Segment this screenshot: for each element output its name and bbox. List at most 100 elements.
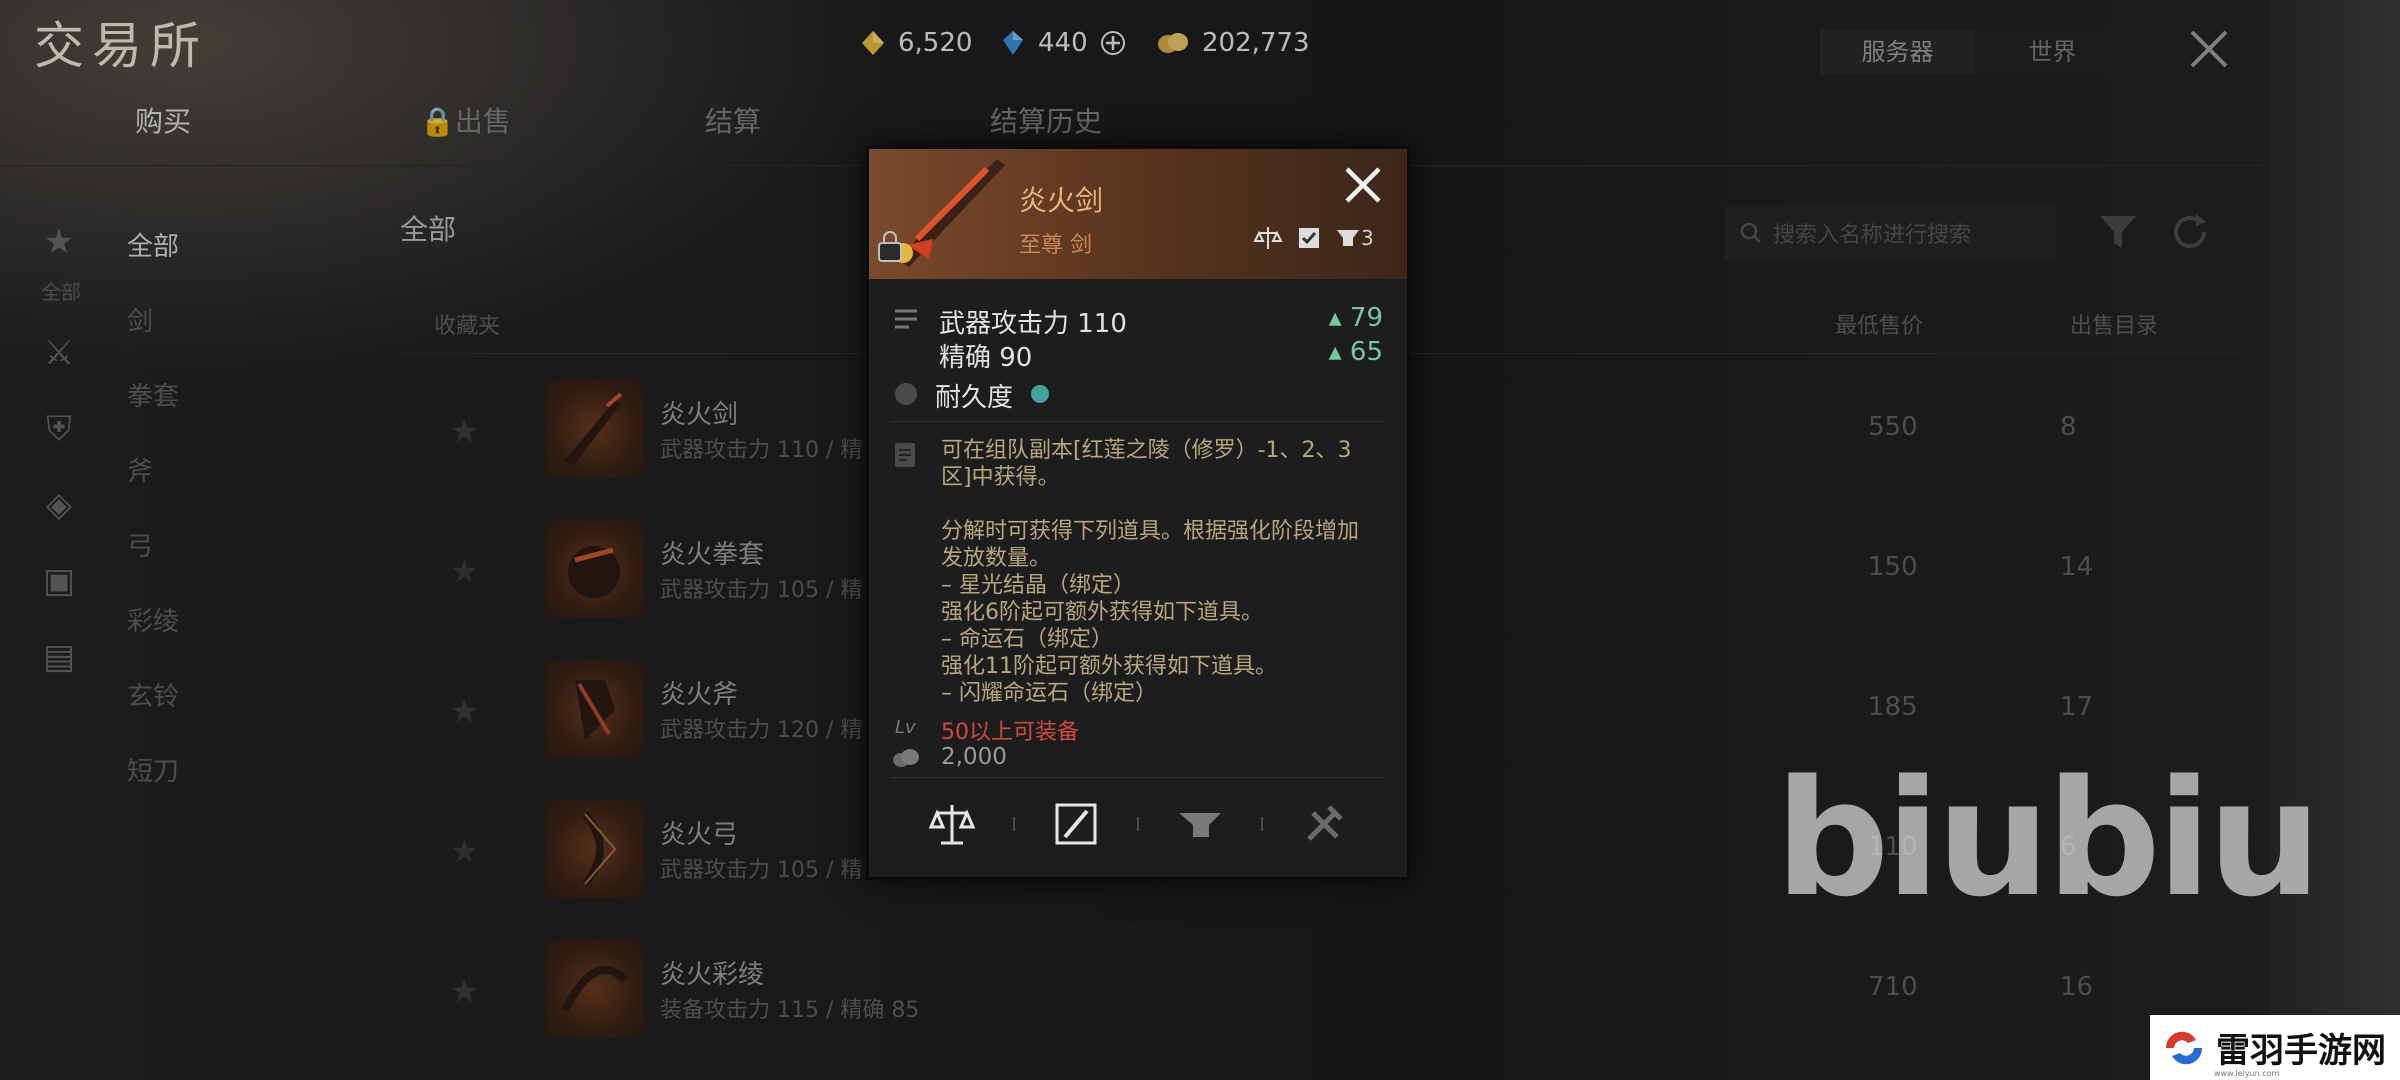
item-listings: 8: [2060, 412, 2077, 442]
sidebar-item-axe[interactable]: 斧: [127, 451, 179, 526]
table-row[interactable]: ★ 炎火彩绫 装备攻击力 115 / 精确 85 710 16: [400, 920, 2240, 1060]
watermark-leiyu-url: www.leiyun.com: [2214, 1069, 2280, 1078]
search-input[interactable]: 搜索入名称进行搜索: [1725, 205, 2055, 261]
stat-attack-up-value: 79: [1349, 303, 1383, 333]
item-price: 150: [1868, 552, 1918, 582]
box-icon[interactable]: ▤: [36, 637, 82, 683]
tab-settle[interactable]: 结算: [665, 100, 950, 140]
sidebar-item-ribbon[interactable]: 彩绫: [127, 601, 179, 676]
desc-line: [941, 491, 1381, 518]
durability-label: 耐久度: [935, 383, 1014, 413]
scale-icon: [1253, 227, 1283, 249]
item-stats: 武器攻击力 105 / 精: [660, 578, 863, 603]
star-icon[interactable]: ★: [450, 832, 479, 870]
stat-precision-up-value: 65: [1349, 337, 1383, 367]
tab-world[interactable]: 世界: [1975, 30, 2130, 74]
item-price: 710: [1868, 972, 1918, 1002]
sidebar-item-all[interactable]: 全部: [127, 226, 179, 301]
blue-crystal-icon: [1003, 31, 1023, 55]
item-stats: 装备攻击力 115 / 精确 85: [660, 998, 920, 1023]
star-icon[interactable]: ★: [450, 972, 479, 1010]
tab-server[interactable]: 服务器: [1820, 30, 1975, 74]
action-separator: [1137, 817, 1139, 831]
popup-divider: [891, 421, 1385, 422]
level-icon: Lv: [895, 717, 916, 738]
stats-list-icon: [895, 309, 917, 329]
anvil-icon: [1337, 230, 1359, 246]
col-favorites[interactable]: 收藏夹: [434, 308, 500, 340]
currency-coins-value: 202,773: [1202, 28, 1310, 58]
accessory-icon[interactable]: ◈: [36, 485, 82, 531]
sidebar-icons: ★ 全部 ⚔ ⛨ ◈ ▣ ▤: [36, 222, 86, 713]
tab-settle-history[interactable]: 结算历史: [950, 100, 1235, 140]
star-icon[interactable]: ★: [450, 412, 479, 450]
item-stats: 武器攻击力 110 / 精: [660, 438, 863, 463]
sidebar-icon-label: 全部: [41, 280, 81, 304]
popup-description: 可在组队副本[红莲之陵（修罗）-1、2、3 区]中获得。 分解时可获得下列道具。…: [941, 437, 1381, 707]
chest-icon[interactable]: ▣: [36, 561, 82, 607]
popup-anvil-count: 3: [1361, 226, 1374, 250]
star-icon[interactable]: ★: [450, 692, 479, 730]
item-thumbnail: [545, 520, 643, 618]
col-lowest-price[interactable]: 最低售价: [1835, 308, 1923, 340]
sidebar-item-sword[interactable]: 剑: [127, 301, 179, 376]
sidebar-item-dagger[interactable]: 短刀: [127, 751, 179, 826]
close-icon[interactable]: [2186, 26, 2232, 72]
lock-icon: 🔒: [420, 105, 455, 138]
action-separator: [1261, 817, 1263, 831]
sidebar-item-bow[interactable]: 弓: [127, 526, 179, 601]
scale-icon[interactable]: [927, 799, 977, 849]
item-price: 550: [1868, 412, 1918, 442]
item-listings: 17: [2060, 692, 2094, 722]
currency-crystal-value: 440: [1038, 28, 1088, 58]
tab-buy[interactable]: 购买: [95, 100, 380, 140]
stat-precision-up: ▴ 65: [1328, 337, 1383, 367]
durability-icon: [895, 383, 917, 405]
desc-line: – 星光结晶（绑定）: [941, 573, 1135, 598]
stat-precision: 精确 90: [939, 343, 1033, 373]
sidebar-item-bell[interactable]: 玄铃: [127, 676, 179, 751]
filter-icon[interactable]: [2096, 210, 2140, 254]
search-placeholder: 搜索入名称进行搜索: [1773, 223, 1972, 248]
desc-line: – 闪耀命运石（绑定）: [941, 681, 1157, 706]
item-name: 炎火斧: [660, 680, 739, 710]
popup-actions: [869, 799, 1407, 849]
anvil-icon[interactable]: [1175, 799, 1225, 849]
item-name: 炎火彩绫: [660, 960, 765, 990]
popup-header: 炎火剑 至尊 剑 3: [869, 149, 1407, 279]
item-name: 炎火剑: [660, 400, 739, 430]
tab-sell[interactable]: 🔒出售: [380, 100, 665, 140]
sidebar-item-gauntlet[interactable]: 拳套: [127, 376, 179, 451]
nav-tabs: 购买 🔒出售 结算 结算历史: [95, 100, 1235, 140]
star-icon[interactable]: ★: [450, 552, 479, 590]
watermark-biubiu: biubiu: [1775, 745, 2322, 932]
item-price: 185: [1868, 692, 1918, 722]
popup-divider: [891, 777, 1385, 778]
armor-icon[interactable]: ⛨: [36, 409, 82, 455]
watermark-leiyu-text: 雷羽手游网: [2216, 1031, 2386, 1071]
coin-pile-icon: [893, 749, 919, 767]
item-thumbnail: [545, 800, 643, 898]
level-requirement: 50以上可装备: [941, 720, 1079, 745]
checkbox-icon: [1299, 228, 1319, 248]
desc-line: 区]中获得。: [941, 465, 1060, 490]
stat-attack-up: ▴ 79: [1328, 303, 1383, 333]
sword-icon[interactable]: ⚔: [36, 333, 82, 379]
server-tabs: 服务器 世界: [1820, 30, 2130, 74]
star-icon[interactable]: ★: [36, 222, 82, 268]
item-detail-popup: 炎火剑 至尊 剑 3 武器攻击力 110 ▴ 79 精确 90 ▴ 65 耐久度…: [866, 146, 1410, 880]
popup-item-grade: 至尊 剑: [1019, 233, 1092, 258]
refresh-icon[interactable]: [2166, 208, 2214, 256]
tab-sell-label: 出售: [454, 105, 511, 138]
item-stats: 武器攻击力 120 / 精: [660, 718, 863, 743]
item-thumbnail: [545, 660, 643, 758]
desc-line: 强化6阶起可额外获得如下道具。: [941, 600, 1263, 625]
stat-attack: 武器攻击力 110: [939, 309, 1127, 339]
item-name: 炎火拳套: [660, 540, 765, 570]
add-currency-icon[interactable]: [1100, 30, 1126, 56]
popup-status-icons: 3: [1253, 225, 1374, 251]
close-icon[interactable]: [1343, 165, 1383, 205]
col-listings[interactable]: 出售目录: [2070, 308, 2158, 340]
enhance-icon[interactable]: [1051, 799, 1101, 849]
dismantle-icon[interactable]: [1299, 799, 1349, 849]
